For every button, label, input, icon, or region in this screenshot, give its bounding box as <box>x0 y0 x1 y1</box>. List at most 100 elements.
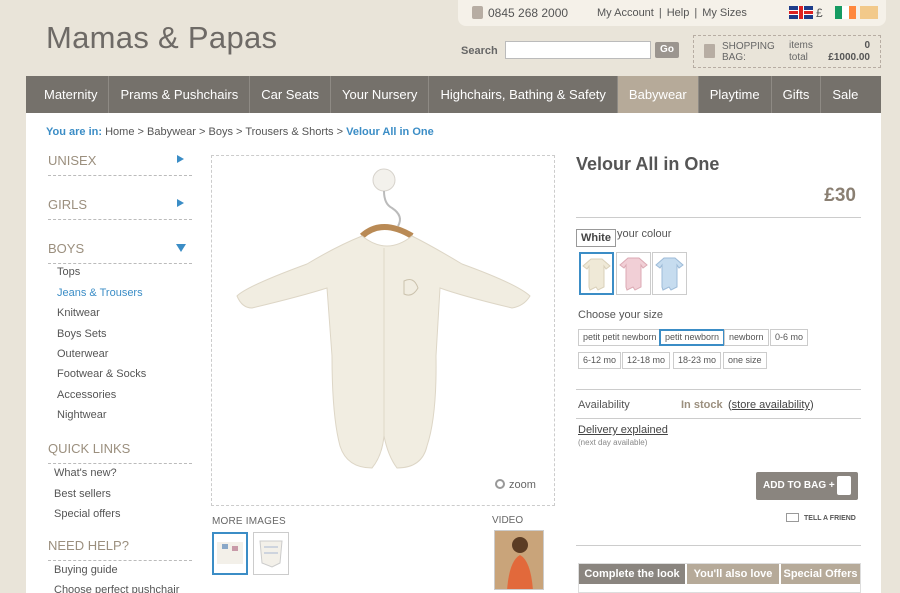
sidebar-item-nightwear[interactable]: Nightwear <box>57 409 107 421</box>
availability-label: Availability <box>578 399 630 411</box>
sidebar-item-jeans-trousers[interactable]: Jeans & Trousers <box>57 287 143 299</box>
divider <box>576 418 861 419</box>
ireland-flag-icon[interactable] <box>835 6 856 19</box>
need-help-heading: NEED HELP? <box>48 538 192 561</box>
shopping-bag-icon <box>837 476 851 495</box>
my-account-link[interactable]: My Account <box>597 7 654 19</box>
thumbnail-1[interactable] <box>212 532 248 575</box>
category-boys[interactable]: BOYS <box>48 241 192 264</box>
colour-label: your colour <box>617 228 672 240</box>
size-6-12-mo[interactable]: 6-12 mo <box>578 352 622 369</box>
nav-car-seats[interactable]: Car Seats <box>250 76 332 113</box>
nav-highchairs[interactable]: Highchairs, Bathing & Safety <box>429 76 618 113</box>
breadcrumb-separator: > <box>236 126 243 138</box>
separator: | <box>658 7 662 19</box>
video-thumbnail[interactable] <box>494 530 544 590</box>
product-image[interactable] <box>211 155 555 506</box>
breadcrumb-home[interactable]: Home <box>105 126 134 138</box>
colour-swatch-white[interactable] <box>579 252 614 295</box>
category-unisex[interactable]: UNISEX <box>48 153 192 176</box>
my-sizes-link[interactable]: My Sizes <box>702 7 747 19</box>
sidebar-item-boys-sets[interactable]: Boys Sets <box>57 328 107 340</box>
region-flag-icon[interactable] <box>860 6 878 19</box>
search-input[interactable] <box>505 41 651 59</box>
envelope-icon <box>786 513 799 522</box>
help-link-buying-guide[interactable]: Buying guide <box>54 564 118 576</box>
quick-link-best-sellers[interactable]: Best sellers <box>54 488 111 500</box>
category-label: GIRLS <box>48 197 88 212</box>
store-availability-link[interactable]: store availability <box>732 399 810 411</box>
nav-gifts[interactable]: Gifts <box>772 76 822 113</box>
sidebar-item-accessories[interactable]: Accessories <box>57 389 116 401</box>
nav-your-nursery[interactable]: Your Nursery <box>331 76 430 113</box>
breadcrumb: You are in: Home > Babywear > Boys > Tro… <box>46 126 434 138</box>
babygrow-pink-icon <box>619 257 648 291</box>
category-label: BOYS <box>48 241 85 256</box>
size-newborn[interactable]: newborn <box>724 329 769 346</box>
more-images-label: MORE IMAGES <box>212 516 286 527</box>
nav-playtime[interactable]: Playtime <box>699 76 772 113</box>
sidebar-item-knitwear[interactable]: Knitwear <box>57 307 100 319</box>
quick-link-special-offers[interactable]: Special offers <box>54 508 120 520</box>
size-petit-petit-newborn[interactable]: petit petit newborn <box>578 329 662 346</box>
bag-total-value: £1000.00 <box>828 52 870 63</box>
shopping-bag[interactable]: SHOPPING BAG: items total 0 £1000.00 <box>693 35 881 68</box>
bag-total-label: total <box>789 52 808 63</box>
breadcrumb-prefix: You are in: <box>46 126 103 138</box>
breadcrumb-boys[interactable]: Boys <box>208 126 232 138</box>
size-18-23-mo[interactable]: 18-23 mo <box>673 352 722 369</box>
uk-flag-icon[interactable] <box>789 6 813 19</box>
thumbnail-2[interactable] <box>253 532 289 575</box>
size-petit-newborn[interactable]: petit newborn <box>659 329 726 346</box>
category-label: UNISEX <box>48 153 97 168</box>
sidebar-item-outerwear[interactable]: Outerwear <box>57 348 108 360</box>
bag-items-label: items <box>789 40 813 51</box>
divider <box>576 217 861 218</box>
quick-link-whats-new[interactable]: What's new? <box>54 467 117 479</box>
shopping-bag-title: SHOPPING BAG: <box>722 41 775 63</box>
breadcrumb-babywear[interactable]: Babywear <box>147 126 196 138</box>
divider <box>576 389 861 390</box>
thumbnail-image <box>217 542 243 564</box>
product-tabs: Complete the look You'll also love Speci… <box>578 563 861 593</box>
currency-symbol[interactable]: £ <box>816 6 823 20</box>
zoom-label: zoom <box>509 479 536 491</box>
sidebar-item-footwear-socks[interactable]: Footwear & Socks <box>57 368 146 380</box>
nav-babywear[interactable]: Babywear <box>617 76 699 113</box>
zoom-button[interactable]: zoom <box>495 479 536 491</box>
nav-maternity[interactable]: Maternity <box>26 76 110 113</box>
babygrow-white-icon <box>582 258 611 291</box>
thumbnail-image <box>259 540 283 568</box>
delivery-explained-link[interactable]: Delivery explained <box>578 424 668 436</box>
tab-special-offers[interactable]: Special Offers <box>781 564 860 584</box>
sidebar-item-tops[interactable]: Tops <box>57 266 80 278</box>
colour-swatch-blue[interactable] <box>652 252 687 295</box>
babygrow-blue-icon <box>655 257 684 291</box>
video-image <box>495 531 543 589</box>
search-go-button[interactable]: Go <box>655 42 679 58</box>
magnifier-icon <box>495 479 505 489</box>
store-availability: (store availability) <box>728 399 814 411</box>
tab-youll-also-love[interactable]: You'll also love <box>687 564 779 584</box>
nav-prams-pushchairs[interactable]: Prams & Pushchairs <box>109 76 251 113</box>
babygrow-image <box>236 168 531 469</box>
arrow-right-icon <box>177 155 184 163</box>
category-girls[interactable]: GIRLS <box>48 197 192 220</box>
help-link[interactable]: Help <box>667 7 690 19</box>
size-one-size[interactable]: one size <box>723 352 767 369</box>
arrow-right-icon <box>177 199 184 207</box>
tab-complete-the-look[interactable]: Complete the look <box>579 564 685 584</box>
colour-swatch-pink[interactable] <box>616 252 651 295</box>
phone-icon <box>472 6 483 19</box>
help-link-choose-pushchair[interactable]: Choose perfect pushchair <box>54 584 179 593</box>
add-to-bag-button[interactable]: ADD TO BAG + <box>756 472 858 500</box>
nav-sale[interactable]: Sale <box>821 76 881 113</box>
size-0-6-mo[interactable]: 0-6 mo <box>770 329 809 346</box>
brand-logo[interactable]: Mamas & Papas <box>46 20 277 56</box>
product-title: Velour All in One <box>576 154 720 174</box>
size-12-18-mo[interactable]: 12-18 mo <box>622 352 671 369</box>
breadcrumb-trousers[interactable]: Trousers & Shorts <box>245 126 333 138</box>
shopping-bag-icon <box>704 44 715 58</box>
product-price: £30 <box>824 185 856 206</box>
tell-a-friend-link[interactable]: TELL A FRIEND <box>786 513 856 522</box>
